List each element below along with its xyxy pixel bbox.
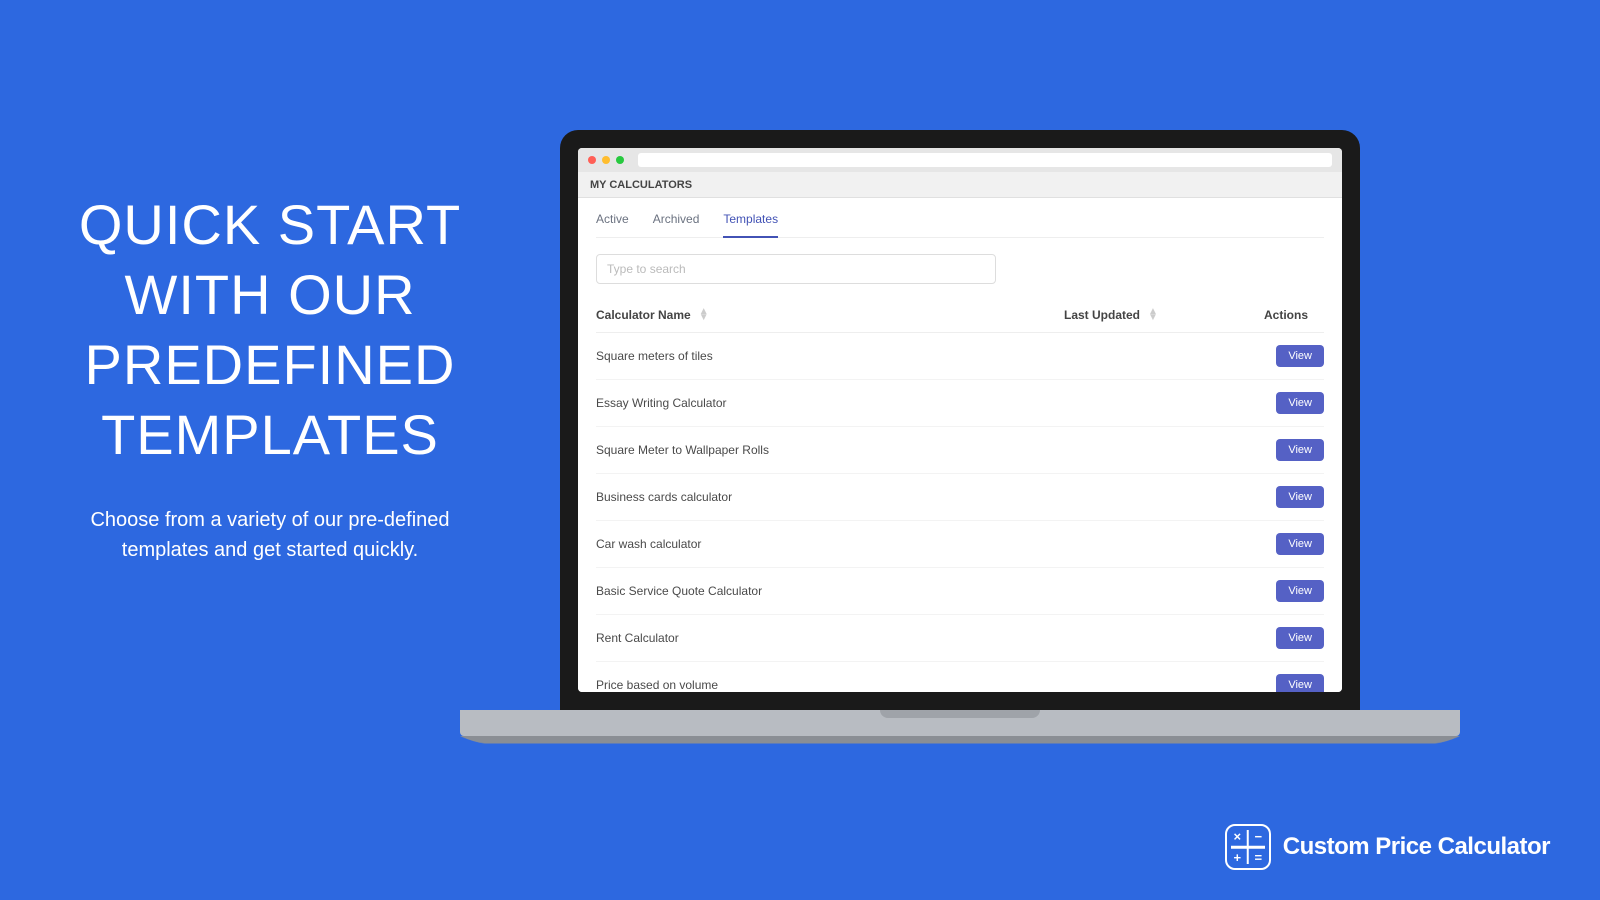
calculator-icon: × − + = xyxy=(1225,824,1271,870)
search-input[interactable] xyxy=(596,254,996,284)
column-header-updated[interactable]: Last Updated ▲▼ xyxy=(1064,308,1264,322)
row-name: Business cards calculator xyxy=(596,490,1064,504)
column-updated-label: Last Updated xyxy=(1064,308,1140,322)
row-name: Essay Writing Calculator xyxy=(596,396,1064,410)
laptop-frame: MY CALCULATORS Active Archived Templates… xyxy=(460,130,1460,746)
row-actions: View xyxy=(1264,439,1324,461)
logo-cell-multiply: × xyxy=(1227,826,1248,847)
row-name: Price based on volume xyxy=(596,678,1064,692)
table-row: Price based on volume View xyxy=(596,662,1324,692)
row-name: Square Meter to Wallpaper Rolls xyxy=(596,443,1064,457)
view-button[interactable]: View xyxy=(1276,486,1324,508)
table-row: Basic Service Quote Calculator View xyxy=(596,568,1324,615)
row-name: Basic Service Quote Calculator xyxy=(596,584,1064,598)
row-name: Car wash calculator xyxy=(596,537,1064,551)
row-actions: View xyxy=(1264,392,1324,414)
table-body: Square meters of tilesViewEssay Writing … xyxy=(596,333,1324,692)
table-row: Square meters of tiles View xyxy=(596,333,1324,380)
sort-icon: ▲▼ xyxy=(699,309,709,321)
column-actions-label: Actions xyxy=(1264,308,1308,322)
table-row: Car wash calculator View xyxy=(596,521,1324,568)
hero-title: QUICK START WITH OUR PREDEFINED TEMPLATE… xyxy=(50,190,490,470)
row-actions: View xyxy=(1264,674,1324,692)
row-actions: View xyxy=(1264,345,1324,367)
view-button[interactable]: View xyxy=(1276,674,1324,692)
tabs: Active Archived Templates xyxy=(596,212,1324,238)
window-minimize-icon[interactable] xyxy=(602,156,610,164)
view-button[interactable]: View xyxy=(1276,627,1324,649)
table-row: Square Meter to Wallpaper Rolls View xyxy=(596,427,1324,474)
table-row: Essay Writing Calculator View xyxy=(596,380,1324,427)
screen-content: MY CALCULATORS Active Archived Templates… xyxy=(578,148,1342,692)
row-name: Rent Calculator xyxy=(596,631,1064,645)
row-actions: View xyxy=(1264,533,1324,555)
view-button[interactable]: View xyxy=(1276,392,1324,414)
tab-templates[interactable]: Templates xyxy=(723,212,778,238)
view-button[interactable]: View xyxy=(1276,533,1324,555)
window-maximize-icon[interactable] xyxy=(616,156,624,164)
app-header: MY CALCULATORS xyxy=(578,172,1342,198)
column-header-actions: Actions xyxy=(1264,308,1324,322)
hero-section: QUICK START WITH OUR PREDEFINED TEMPLATE… xyxy=(50,190,490,565)
brand-footer: × − + = Custom Price Calculator xyxy=(1225,824,1550,870)
row-actions: View xyxy=(1264,627,1324,649)
search-wrap xyxy=(596,254,1324,284)
column-header-name[interactable]: Calculator Name ▲▼ xyxy=(596,308,1064,322)
tab-archived[interactable]: Archived xyxy=(653,212,700,237)
tab-active[interactable]: Active xyxy=(596,212,629,237)
view-button[interactable]: View xyxy=(1276,580,1324,602)
view-button[interactable]: View xyxy=(1276,345,1324,367)
table-row: Rent Calculator View xyxy=(596,615,1324,662)
brand-name: Custom Price Calculator xyxy=(1283,833,1550,861)
logo-cell-minus: − xyxy=(1248,826,1269,847)
table-header: Calculator Name ▲▼ Last Updated ▲▼ Actio… xyxy=(596,298,1324,333)
row-actions: View xyxy=(1264,486,1324,508)
laptop-foot xyxy=(460,736,1460,743)
url-bar[interactable] xyxy=(638,153,1332,167)
sort-icon: ▲▼ xyxy=(1148,309,1158,321)
window-close-icon[interactable] xyxy=(588,156,596,164)
app-title: MY CALCULATORS xyxy=(590,179,692,191)
app-content: Active Archived Templates Calculator Nam… xyxy=(578,198,1342,692)
laptop-screen: MY CALCULATORS Active Archived Templates… xyxy=(560,130,1360,710)
row-actions: View xyxy=(1264,580,1324,602)
hero-subtitle: Choose from a variety of our pre-defined… xyxy=(50,505,490,565)
logo-cell-plus: + xyxy=(1227,847,1248,868)
row-name: Square meters of tiles xyxy=(596,349,1064,363)
logo-cell-equals: = xyxy=(1248,847,1269,868)
view-button[interactable]: View xyxy=(1276,439,1324,461)
laptop-base xyxy=(460,710,1460,736)
browser-bar xyxy=(578,148,1342,172)
table-row: Business cards calculator View xyxy=(596,474,1324,521)
column-name-label: Calculator Name xyxy=(596,308,691,322)
